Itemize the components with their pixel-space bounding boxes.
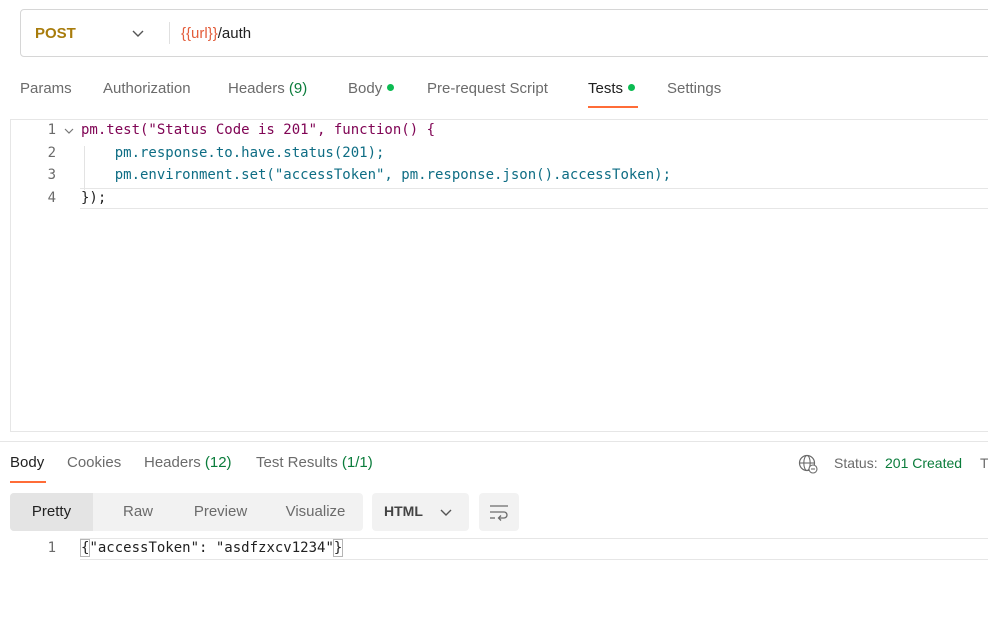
line-number: 2 [47,145,56,161]
response-body-line[interactable]: {"accessToken": "asdfzxcv1234"} [79,539,344,557]
url-divider [169,22,170,44]
code-line-3-text: pm.environment.set("accessToken", pm.res… [81,167,672,183]
chevron-down-icon [440,509,452,516]
url-variable: {{url}} [181,25,218,42]
request-url-bar: POST {{url}}/auth [20,9,988,57]
url-path: /auth [217,25,252,42]
tab-body-label: Body [348,80,383,97]
view-mode-preview[interactable]: Preview [173,493,268,531]
response-divider [0,441,988,442]
tab-headers[interactable]: Headers (9) [228,80,307,97]
close-brace: } [332,539,344,557]
url-input[interactable]: {{url}}/auth [181,25,251,42]
globe-network-icon[interactable] [798,454,818,474]
response-tab-test-results[interactable]: Test Results (1/1) [256,454,373,471]
response-json-content: "accessToken": "asdfzxcv1234" [89,540,334,556]
method-select[interactable]: POST [35,25,76,42]
view-mode-visualize[interactable]: Visualize [268,493,363,531]
tab-tests-label: Tests [588,80,624,97]
tab-headers-label: Headers [228,80,285,97]
active-tab-indicator [588,106,638,108]
format-selected: HTML [384,503,423,519]
code-line-1-text: pm.test("Status Code is 201", function()… [81,122,436,138]
chevron-down-icon[interactable] [131,26,145,40]
tab-authorization[interactable]: Authorization [103,80,191,97]
test-results-count: (1/1) [341,454,373,471]
response-tab-cookies[interactable]: Cookies [67,454,121,471]
view-mode-pretty[interactable]: Pretty [10,493,93,531]
wrap-lines-icon [490,505,508,521]
code-line-2: pm.response.to.have.status(201); [81,145,385,161]
wrap-lines-button[interactable] [479,493,519,531]
format-dropdown[interactable]: HTML [372,493,469,531]
active-response-tab-indicator [10,481,46,483]
tab-prerequest-script[interactable]: Pre-request Script [427,80,548,97]
status-label: Status: [834,455,878,471]
response-tab-headers[interactable]: Headers (12) [144,454,232,471]
view-mode-selector: Pretty Raw Preview Visualize [10,493,363,531]
tab-tests[interactable]: Tests [588,80,636,97]
response-tab-body[interactable]: Body [10,454,44,471]
tab-params[interactable]: Params [20,80,72,97]
response-time-truncated: T [980,455,988,471]
code-line-2-text: pm.response.to.have.status(201); [81,145,385,161]
current-line-highlight [80,188,988,209]
code-line-1: pm.test("Status Code is 201", function()… [81,122,435,138]
line-number: 1 [47,122,56,138]
code-line-3: pm.environment.set("accessToken", pm.res… [81,167,671,183]
line-number: 3 [47,167,56,183]
response-tab-headers-label: Headers [144,454,201,471]
tests-indicator-dot [628,84,636,91]
fold-chevron-icon[interactable] [62,124,76,138]
status-code[interactable]: 201 Created [885,455,962,471]
response-headers-count: (12) [204,454,232,471]
view-mode-raw[interactable]: Raw [103,493,173,531]
code-line-4-text: }); [81,190,107,206]
code-line-4: }); [81,190,106,206]
tab-settings[interactable]: Settings [667,80,721,97]
headers-count: (9) [288,80,308,97]
test-script-editor[interactable] [10,119,988,432]
response-line-number: 1 [47,540,56,556]
body-indicator-dot [387,84,395,91]
tab-body[interactable]: Body [348,80,395,97]
response-tab-test-results-label: Test Results [256,454,338,471]
line-number: 4 [47,190,56,206]
